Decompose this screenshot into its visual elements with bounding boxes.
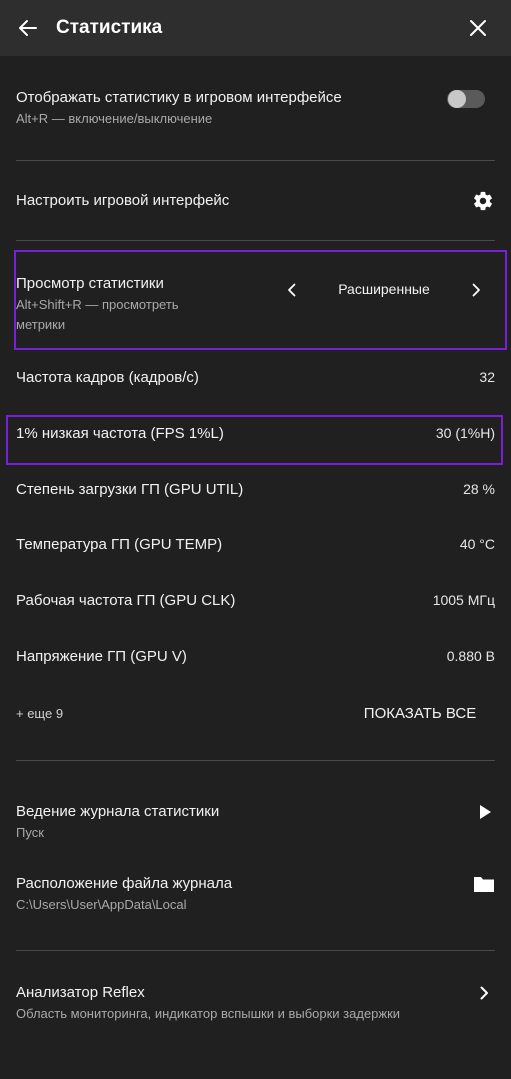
divider — [16, 240, 495, 241]
chevron-right-icon[interactable] — [474, 983, 494, 1003]
metric-value: 28 % — [463, 481, 495, 497]
divider — [16, 760, 495, 761]
metric-value: 32 — [479, 369, 495, 385]
chevron-right-icon[interactable] — [466, 280, 486, 300]
play-icon[interactable] — [476, 802, 494, 822]
header-bar: Статистика — [0, 0, 511, 56]
view-mode-label: Просмотр статистики — [16, 275, 164, 292]
view-mode-value: Расширенные — [338, 281, 430, 297]
metric-label: Степень загрузки ГП (GPU UTIL) — [16, 481, 244, 498]
show-all-button[interactable]: ПОКАЗАТЬ ВСЕ — [350, 704, 490, 724]
reflex-analyzer-description: Область мониторинга, индикатор вспышки и… — [16, 1006, 401, 1021]
metric-label: Рабочая частота ГП (GPU CLK) — [16, 592, 236, 609]
metric-value: 0.880 В — [446, 648, 495, 664]
metric-label: Частота кадров (кадров/с) — [16, 369, 199, 386]
overlay-setting-hint: Alt+R — включение/выключение — [16, 111, 213, 126]
view-mode-hint-line1: Alt+Shift+R — просмотреть — [16, 297, 179, 312]
folder-icon[interactable] — [472, 873, 496, 895]
stats-logging-status: Пуск — [16, 825, 44, 840]
page-title: Статистика — [56, 17, 163, 38]
overlay-toggle[interactable] — [447, 90, 485, 108]
gear-icon[interactable] — [472, 190, 494, 212]
more-metrics-count: + еще 9 — [16, 706, 64, 721]
metric-label: Температура ГП (GPU TEMP) — [16, 536, 223, 553]
metric-value: 40 °C — [459, 536, 495, 552]
view-mode-hint-line2: метрики — [16, 317, 66, 332]
metric-label: Напряжение ГП (GPU V) — [16, 648, 187, 665]
arrow-left-icon[interactable] — [16, 16, 40, 40]
chevron-left-icon[interactable] — [282, 280, 302, 300]
metric-label: 1% низкая частота (FPS 1%L) — [16, 425, 224, 442]
customize-overlay-label: Настроить игровой интерфейс — [16, 192, 230, 209]
overlay-setting-label: Отображать статистику в игровом интерфей… — [16, 89, 342, 106]
divider — [16, 160, 495, 161]
log-location-label: Расположение файла журнала — [16, 875, 233, 892]
divider — [16, 950, 495, 951]
metric-value: 30 (1%H) — [435, 425, 495, 441]
stats-logging-label: Ведение журнала статистики — [16, 803, 220, 820]
toggle-knob — [448, 90, 466, 108]
reflex-analyzer-label: Анализатор Reflex — [16, 984, 145, 1001]
log-location-path: C:\Users\User\AppData\Local — [16, 897, 187, 912]
close-icon[interactable] — [466, 16, 490, 40]
metric-value: 1005 МГц — [432, 592, 495, 608]
